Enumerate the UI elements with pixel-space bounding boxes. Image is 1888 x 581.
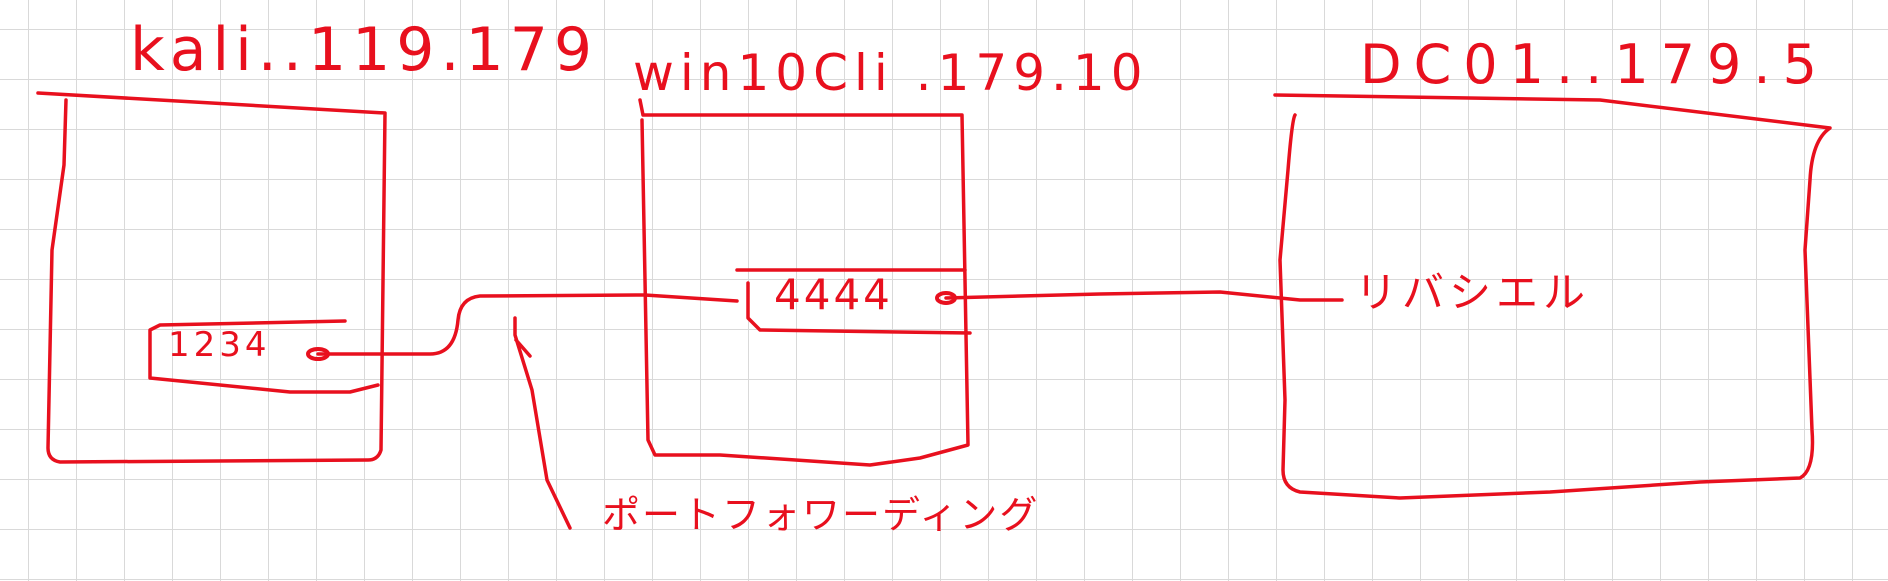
port-forward-label: ポートフォワーディング <box>602 493 1040 537</box>
host-label-win10: win10Cli .179.10 <box>633 44 1149 102</box>
kali-box <box>36 91 387 464</box>
port-label-win10: 4444 <box>774 270 893 319</box>
host-label-kali: kali..119.179 <box>130 15 599 85</box>
reverse-shell-label: リバシエル <box>1355 268 1591 317</box>
port-forward-arrow <box>513 316 572 530</box>
host-label-dc: DC01..179.5 <box>1360 33 1829 96</box>
port-label-kali: 1234 <box>168 325 271 365</box>
